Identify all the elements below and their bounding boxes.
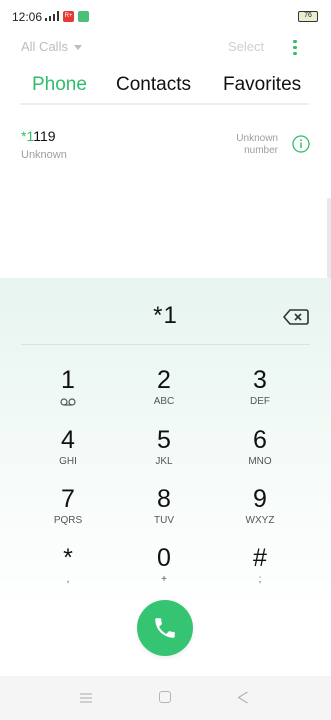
call-filter-dropdown[interactable]: All Calls	[21, 39, 82, 54]
status-time: 12:06	[12, 10, 43, 24]
key-digit: 9	[253, 485, 267, 513]
key-2[interactable]: 2 ABC	[129, 366, 199, 418]
key-letters: ABC	[153, 396, 175, 407]
key-letters: WXYZ	[245, 515, 275, 526]
call-log-item[interactable]: *1119 Unknown Unknown number	[0, 118, 331, 170]
call-filter-label: All Calls	[21, 39, 68, 54]
tabs-divider	[20, 103, 309, 105]
navigation-bar	[0, 676, 331, 720]
key-7[interactable]: 7 PQRS	[33, 485, 103, 537]
top-bar: All Calls Select	[0, 34, 331, 62]
key-digit: 5	[157, 426, 171, 454]
key-4[interactable]: 4 GHI	[33, 426, 103, 478]
key-digit: 7	[61, 485, 75, 513]
voicemail-icon	[60, 398, 76, 406]
key-8[interactable]: 8 TUV	[129, 485, 199, 537]
key-hash[interactable]: # ;	[225, 544, 295, 596]
chevron-down-icon	[73, 45, 82, 51]
key-letters: ,	[66, 574, 70, 585]
key-digit: *	[63, 544, 73, 572]
key-star[interactable]: * ,	[33, 544, 103, 596]
key-digit: 4	[61, 426, 75, 454]
key-letters: JKL	[155, 456, 173, 467]
key-digit: 2	[157, 366, 171, 394]
dialed-number: *1	[153, 302, 178, 329]
info-icon[interactable]	[292, 135, 310, 153]
key-letters: TUV	[154, 515, 174, 526]
key-letters: +	[161, 574, 167, 585]
key-9[interactable]: 9 WXYZ	[225, 485, 295, 537]
call-button[interactable]	[137, 600, 193, 656]
key-letters: MNO	[248, 456, 272, 467]
key-digit: 8	[157, 485, 171, 513]
call-log-type-line1: Unknown	[236, 133, 278, 144]
key-digit: 0	[157, 544, 171, 572]
key-6[interactable]: 6 MNO	[225, 426, 295, 478]
key-digit: #	[253, 544, 267, 572]
call-log-number: *1119	[21, 128, 56, 144]
tab-bar: Phone Contacts Favorites	[20, 70, 311, 104]
select-button[interactable]: Select	[228, 39, 264, 54]
key-0[interactable]: 0 +	[129, 544, 199, 596]
key-digit: 3	[253, 366, 267, 394]
menu-icon[interactable]	[80, 692, 92, 704]
back-icon[interactable]	[237, 691, 249, 704]
tab-favorites[interactable]: Favorites	[223, 74, 301, 96]
signal-icon	[45, 11, 59, 21]
battery-icon: 76	[298, 11, 318, 22]
call-log-label: Unknown	[21, 149, 67, 161]
tab-contacts[interactable]: Contacts	[116, 74, 191, 96]
key-letters: GHI	[59, 456, 77, 467]
key-digit: 6	[253, 426, 267, 454]
dialpad: *1 1 2 ABC 3 DEF 4 GHI 5 JKL 6 MNO 7 PQR…	[0, 278, 331, 676]
more-vertical-icon[interactable]	[292, 40, 298, 56]
home-icon[interactable]	[159, 691, 171, 703]
call-log-type-line2: number	[244, 145, 278, 156]
display-divider	[21, 344, 310, 345]
key-1[interactable]: 1	[33, 366, 103, 418]
edge-panel-handle[interactable]	[327, 198, 331, 278]
chat-notification-icon	[78, 11, 89, 22]
key-5[interactable]: 5 JKL	[129, 426, 199, 478]
call-log-type: Unknown number	[218, 133, 278, 157]
notification-badge-icon: R+	[63, 11, 74, 22]
backspace-icon[interactable]	[283, 308, 309, 326]
key-letters: DEF	[250, 396, 270, 407]
status-bar: 12:06 R+ 76	[0, 0, 331, 34]
key-digit: 1	[61, 366, 75, 394]
key-letters: ;	[258, 574, 262, 585]
key-3[interactable]: 3 DEF	[225, 366, 295, 418]
call-log-number-rest: 119	[33, 128, 56, 144]
call-log-number-match: *1	[21, 128, 34, 144]
key-letters: PQRS	[53, 515, 83, 526]
phone-icon	[155, 618, 175, 638]
tab-phone[interactable]: Phone	[32, 74, 87, 96]
